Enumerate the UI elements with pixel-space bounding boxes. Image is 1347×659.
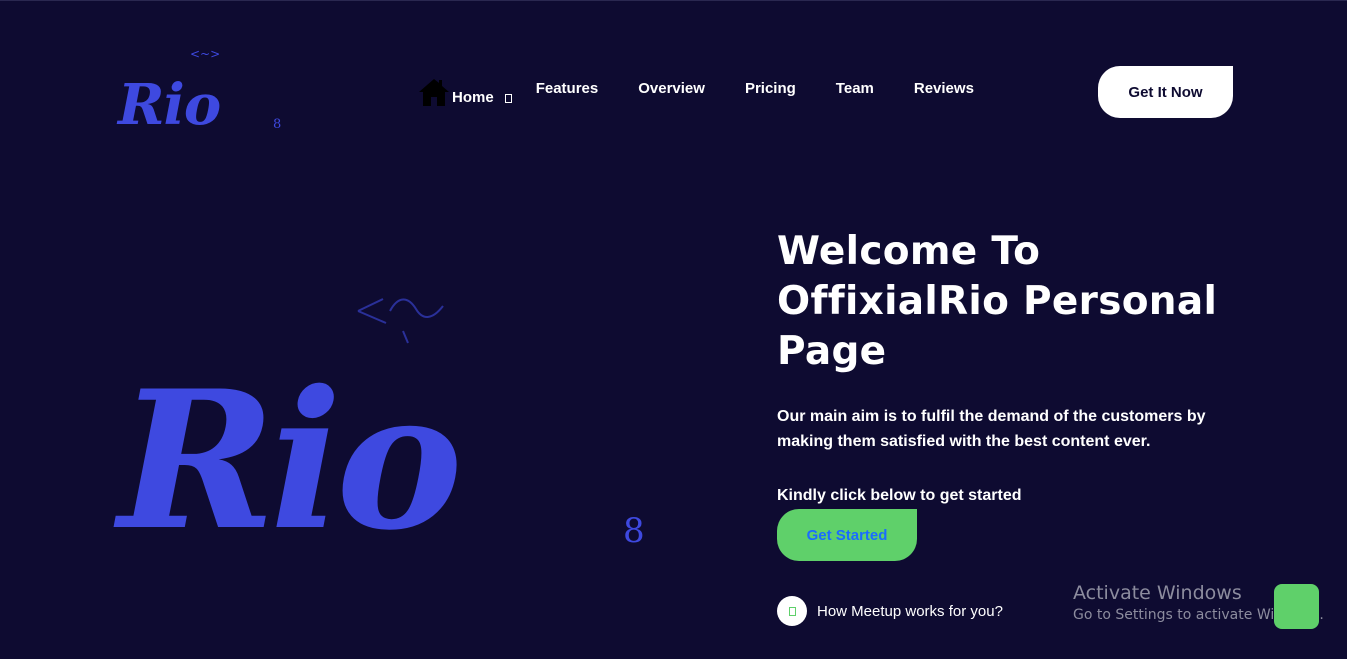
nav-link-overview[interactable]: Overview: [638, 80, 705, 97]
nav-item-home[interactable]: Home: [418, 77, 512, 107]
logo-mark-icon: <~>: [190, 47, 221, 61]
nav-link-home[interactable]: Home: [452, 89, 494, 106]
hero-title: Welcome To OffixialRio Personal Page: [777, 229, 1218, 374]
logo-mark-icon: [357, 298, 444, 344]
chat-button[interactable]: [1274, 584, 1319, 629]
hero-logo: Rio 8: [118, 281, 678, 571]
logo-subscript: 8: [273, 117, 282, 132]
hero-logo-subscript: 8: [623, 511, 645, 551]
hero-hint: Kindly click below to get started: [777, 487, 1022, 504]
hero-description: Our main aim is to fulfil the demand of …: [777, 408, 1206, 450]
dropdown-icon[interactable]: [504, 93, 512, 103]
logo-text: Rio: [118, 72, 221, 138]
nav-link-team[interactable]: Team: [836, 80, 874, 97]
nav-link-pricing[interactable]: Pricing: [745, 80, 796, 97]
main-nav: Home Features Overview Pricing Team Revi…: [418, 75, 1014, 109]
get-started-button[interactable]: Get Started: [777, 509, 917, 561]
nav-link-features[interactable]: Features: [536, 80, 599, 97]
get-it-now-button[interactable]: Get It Now: [1098, 66, 1233, 118]
play-glyph: [788, 606, 796, 616]
header-logo[interactable]: <~> Rio 8: [118, 47, 293, 139]
home-icon: [419, 79, 449, 106]
how-it-works-label[interactable]: How Meetup works for you?: [817, 603, 1003, 620]
how-it-works-link[interactable]: How Meetup works for you?: [777, 596, 1003, 626]
page: <~> Rio 8 Home Features Overview Pricing…: [0, 0, 1347, 659]
nav-link-reviews[interactable]: Reviews: [914, 80, 974, 97]
hero-logo-text: Rio: [118, 349, 463, 572]
play-icon[interactable]: [777, 596, 807, 626]
